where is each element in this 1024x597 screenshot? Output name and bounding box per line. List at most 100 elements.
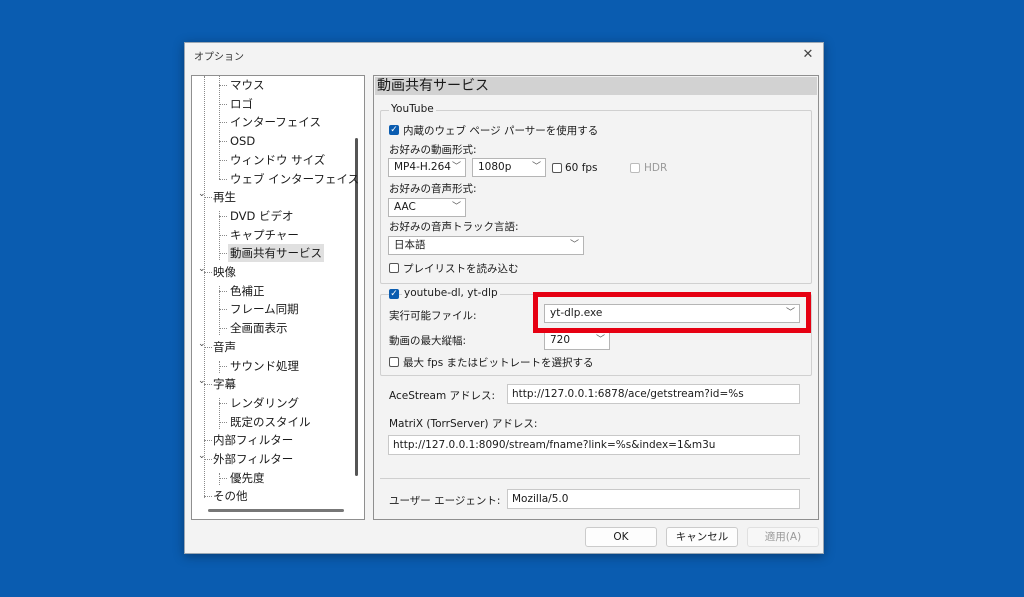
dialog-title: オプション (194, 52, 244, 63)
tree-item-label: ロゴ (230, 96, 253, 111)
acestream-input[interactable]: http://127.0.0.1:6878/ace/getstream?id=%… (507, 384, 800, 404)
tree-item[interactable]: 優先度 (228, 469, 267, 487)
tree-item[interactable]: 内部フィルター (211, 431, 295, 449)
tree-item[interactable]: ロゴ (228, 95, 255, 113)
tree-guide (219, 421, 227, 423)
use-parser-label: 内蔵のウェブ ページ パーサーを使用する (403, 125, 599, 137)
tree-guide (204, 197, 212, 199)
tree-item-label: フレーム同期 (230, 302, 299, 317)
tree-horizontal-scrollbar[interactable] (208, 509, 344, 512)
tree-item-label: 音声 (213, 339, 236, 354)
youtube-group-title: YouTube (389, 103, 436, 115)
tree-item[interactable]: DVD ビデオ (228, 207, 296, 225)
ytdlp-group-title: youtube-dl, yt-dlp (402, 287, 500, 299)
chevron-down-icon: ﹀ (595, 335, 605, 345)
close-icon[interactable]: ✕ (799, 46, 817, 64)
matrix-input[interactable]: http://127.0.0.1:8090/stream/fname?link=… (388, 435, 800, 455)
tree-guide (219, 328, 227, 330)
tree-guide (204, 496, 212, 498)
audio-format-select[interactable]: AAC ﹀ (388, 198, 466, 217)
tree-guide (204, 440, 212, 442)
options-dialog: オプション ✕ マウスロゴインターフェイス OSD ウィンドウ サイズウェブ インタ… (184, 42, 824, 554)
audio-language-select[interactable]: 日本語 ﹀ (388, 236, 584, 255)
fps60-checkbox[interactable] (552, 163, 562, 173)
ytdlp-checkbox[interactable]: ✓ (389, 289, 399, 299)
useragent-input[interactable]: Mozilla/5.0 (507, 489, 800, 509)
settings-panel: 動画共有サービス YouTube ✓ 内蔵のウェブ ページ パーサーを使用する … (373, 75, 819, 520)
tree-item-label: その他 (213, 489, 248, 504)
tree-item[interactable]: 既定のスタイル (228, 413, 313, 431)
tree-guide (219, 141, 227, 143)
playlist-label: プレイリストを読み込む (403, 263, 519, 275)
ok-button[interactable]: OK (585, 527, 657, 547)
tree-guide (219, 122, 227, 124)
tree-item[interactable]: マウス (228, 76, 267, 94)
chevron-down-icon: ﹀ (569, 240, 579, 250)
hdr-checkbox[interactable] (630, 163, 640, 173)
chevron-down-icon: ﹀ (531, 162, 541, 172)
tree-guide (219, 178, 227, 180)
tree-vertical-scrollbar[interactable] (355, 138, 358, 476)
tree-guide (204, 459, 212, 460)
tree-item-label: 優先度 (230, 470, 265, 485)
tree-item-label: 色補正 (230, 283, 265, 298)
tree-item[interactable]: サウンド処理 (228, 357, 301, 375)
tree-item-label: ウィンドウ サイズ (230, 152, 326, 167)
highlight-box (533, 292, 811, 333)
chevron-down-icon: ﹀ (451, 202, 461, 212)
tree-item-label: レンダリング (230, 395, 299, 410)
max-fps-checkbox[interactable] (389, 357, 399, 367)
settings-tree[interactable]: マウス ロゴ インターフェイス OSD ウィンドウ サイズ ウェブ インターフェイス 再生 ⌄… (191, 75, 365, 520)
audio-format-value: AAC (394, 201, 416, 213)
tree-guide (219, 309, 227, 311)
tree-item-label: OSD (230, 134, 256, 149)
playlist-checkbox[interactable] (389, 263, 399, 273)
tree-guide (219, 365, 227, 367)
video-format-select[interactable]: MP4-H.264 ﹀ (388, 158, 466, 177)
tree-guide (219, 402, 227, 404)
tree-item-label: 全画面表示 (230, 321, 288, 336)
tree-item[interactable]: ウィンドウ サイズ (228, 151, 327, 169)
resolution-value: 1080p (478, 161, 512, 173)
tree-item[interactable]: その他 (211, 487, 250, 505)
tree-item[interactable]: 外部フィルター (211, 450, 295, 468)
panel-heading: 動画共有サービス (375, 77, 817, 95)
tree-item-label: 外部フィルター (213, 452, 294, 466)
tree-item[interactable]: 再生 (211, 188, 238, 206)
tree-item-label: マウス (230, 78, 265, 92)
tree-item[interactable]: OSD (228, 132, 257, 150)
tree-item[interactable]: 音声 (211, 338, 238, 356)
tree-item[interactable]: ウェブ インターフェイス (228, 170, 361, 188)
max-height-select[interactable]: 720 ﹀ (544, 331, 610, 350)
tree-item[interactable]: インターフェイス (228, 113, 323, 131)
tree-guide (204, 346, 212, 348)
matrix-label: MatriX (TorrServer) アドレス: (389, 418, 538, 430)
tree-guide (219, 85, 227, 86)
tree-item[interactable]: レンダリング (228, 394, 301, 412)
tree-item[interactable]: フレーム同期 (228, 300, 301, 318)
tree-item-label: インターフェイス (230, 115, 321, 130)
tree-item[interactable]: 映像 (211, 263, 238, 281)
tree-item[interactable]: 色補正 (228, 282, 267, 300)
tree-item-label: 映像 (213, 265, 236, 279)
tree-item[interactable]: 全画面表示 (228, 319, 290, 337)
tree-item-label: 既定のスタイル (230, 414, 311, 429)
tree-guide (204, 76, 205, 498)
max-height-label: 動画の最大縦幅: (389, 335, 467, 347)
tree-guide (219, 76, 220, 179)
acestream-label: AceStream アドレス: (389, 390, 496, 402)
video-format-value: MP4-H.264 (394, 161, 451, 173)
apply-button[interactable]: 適用(A) (747, 527, 819, 547)
tree-guide (219, 473, 220, 485)
tree-item[interactable]: キャプチャー (228, 226, 301, 244)
tree-item-label: ウェブ インターフェイス (230, 171, 360, 186)
tree-item[interactable]: 動画共有サービス (228, 244, 324, 263)
tree-item[interactable]: 字幕 (211, 375, 238, 393)
cancel-button[interactable]: キャンセル (666, 527, 738, 547)
resolution-select[interactable]: 1080p ﹀ (472, 158, 546, 177)
audio-language-value: 日本語 (394, 239, 426, 251)
use-parser-checkbox[interactable]: ✓ (389, 125, 399, 135)
tree-guide (219, 159, 227, 161)
tree-guide (219, 234, 227, 236)
hdr-label: HDR (644, 162, 668, 174)
